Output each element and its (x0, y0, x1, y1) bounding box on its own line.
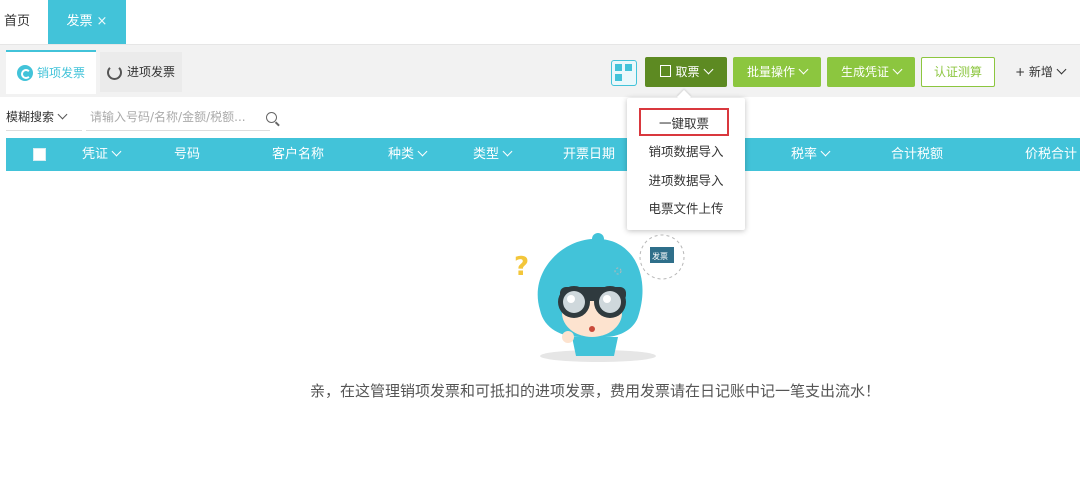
tab-home[interactable]: 首页 (0, 0, 50, 44)
column-label: 凭证 (82, 147, 109, 162)
chevron-down-icon (417, 146, 428, 157)
menu-item-label: 进项数据导入 (648, 173, 724, 188)
tab-home-label: 首页 (4, 14, 31, 29)
tab-invoice[interactable]: 发票 × (48, 0, 126, 44)
column-total-with-tax: 价税合计 (1025, 138, 1077, 171)
fetch-label: 取票 (675, 65, 700, 79)
purchase-invoice-icon (106, 64, 122, 80)
menu-item-label: 一键取票 (658, 116, 709, 131)
fetch-invoice-button[interactable]: 取票 (645, 57, 727, 87)
chevron-down-icon (820, 146, 831, 157)
generate-voucher-button[interactable]: 生成凭证 (827, 57, 915, 87)
top-tab-bar: 首页 发票 × (0, 0, 1080, 45)
close-icon[interactable]: × (97, 14, 108, 29)
menu-item-purchase-import[interactable]: 进项数据导入 (627, 167, 745, 195)
column-type[interactable]: 类型 (473, 138, 513, 171)
mascot-illustration: ? 发票 (514, 233, 685, 362)
new-label: + 新增 (1015, 65, 1053, 79)
export-icon (660, 65, 672, 77)
column-total-tax: 合计税额 (891, 138, 943, 171)
menu-item-label: 电票文件上传 (648, 201, 724, 216)
empty-state-message: 亲，在这管理销项发票和可抵扣的进项发票，费用发票请在日记账中记一笔支出流水！ (309, 382, 880, 400)
menu-item-sales-import[interactable]: 销项数据导入 (627, 138, 745, 166)
column-number: 号码 (174, 138, 200, 171)
column-label: 税率 (791, 147, 818, 162)
batch-operation-button[interactable]: 批量操作 (733, 57, 821, 87)
search-icon[interactable] (266, 112, 277, 123)
chevron-down-icon (892, 64, 903, 75)
scan-icon-part (615, 74, 622, 81)
menu-item-e-invoice-upload[interactable]: 电票文件上传 (627, 195, 745, 223)
search-mode-label: 模糊搜索 (6, 110, 55, 124)
batch-label: 批量操作 (746, 65, 795, 79)
search-input[interactable] (86, 104, 270, 131)
chevron-down-icon (111, 146, 122, 157)
select-all-checkbox[interactable] (33, 148, 46, 161)
subtab-sales-label: 销项发票 (36, 66, 85, 80)
voucher-label: 生成凭证 (840, 65, 889, 79)
column-label: 类型 (473, 147, 500, 162)
menu-item-one-click-fetch[interactable]: 一键取票 (639, 108, 729, 136)
invoice-badge-text: 发票 (652, 251, 668, 261)
sales-invoice-icon (16, 65, 33, 81)
column-customer: 客户名称 (272, 138, 324, 171)
column-tax-rate[interactable]: 税率 (791, 138, 831, 171)
scan-icon-button[interactable] (611, 60, 637, 86)
column-kind[interactable]: 种类 (388, 138, 428, 171)
column-label: 种类 (388, 147, 415, 162)
tab-invoice-label: 发票 (66, 14, 93, 29)
column-label: 价税合计 (1025, 147, 1078, 162)
menu-item-label: 销项数据导入 (648, 144, 724, 159)
table-header: 凭证 号码 客户名称 种类 类型 开票日期 税率 合计税额 价税合计 (6, 138, 1080, 171)
subtab-purchase-invoice[interactable]: 进项发票 (100, 52, 182, 92)
column-label: 开票日期 (563, 147, 616, 162)
column-label: 客户名称 (272, 147, 325, 162)
chevron-down-icon (502, 146, 513, 157)
subtab-sales-invoice[interactable]: 销项发票 (6, 50, 96, 94)
scan-icon (615, 64, 622, 71)
svg-text:?: ? (514, 252, 529, 282)
chevron-down-icon (703, 64, 713, 75)
chevron-down-icon (57, 109, 68, 120)
column-voucher[interactable]: 凭证 (82, 138, 122, 171)
add-new-button[interactable]: + 新增 (1006, 57, 1074, 87)
subtab-purchase-label: 进项发票 (126, 65, 175, 79)
search-mode-select[interactable]: 模糊搜索 (6, 104, 82, 131)
cert-label: 认证测算 (933, 65, 982, 79)
column-label: 号码 (174, 147, 201, 162)
fetch-dropdown-menu: 一键取票 销项数据导入 进项数据导入 电票文件上传 (627, 98, 745, 230)
chevron-down-icon (798, 64, 809, 75)
column-issue-date: 开票日期 (563, 138, 615, 171)
chevron-down-icon (1056, 64, 1067, 75)
certification-estimate-button[interactable]: 认证测算 (921, 57, 995, 87)
column-label: 合计税额 (891, 147, 944, 162)
scan-icon-part (625, 64, 632, 71)
